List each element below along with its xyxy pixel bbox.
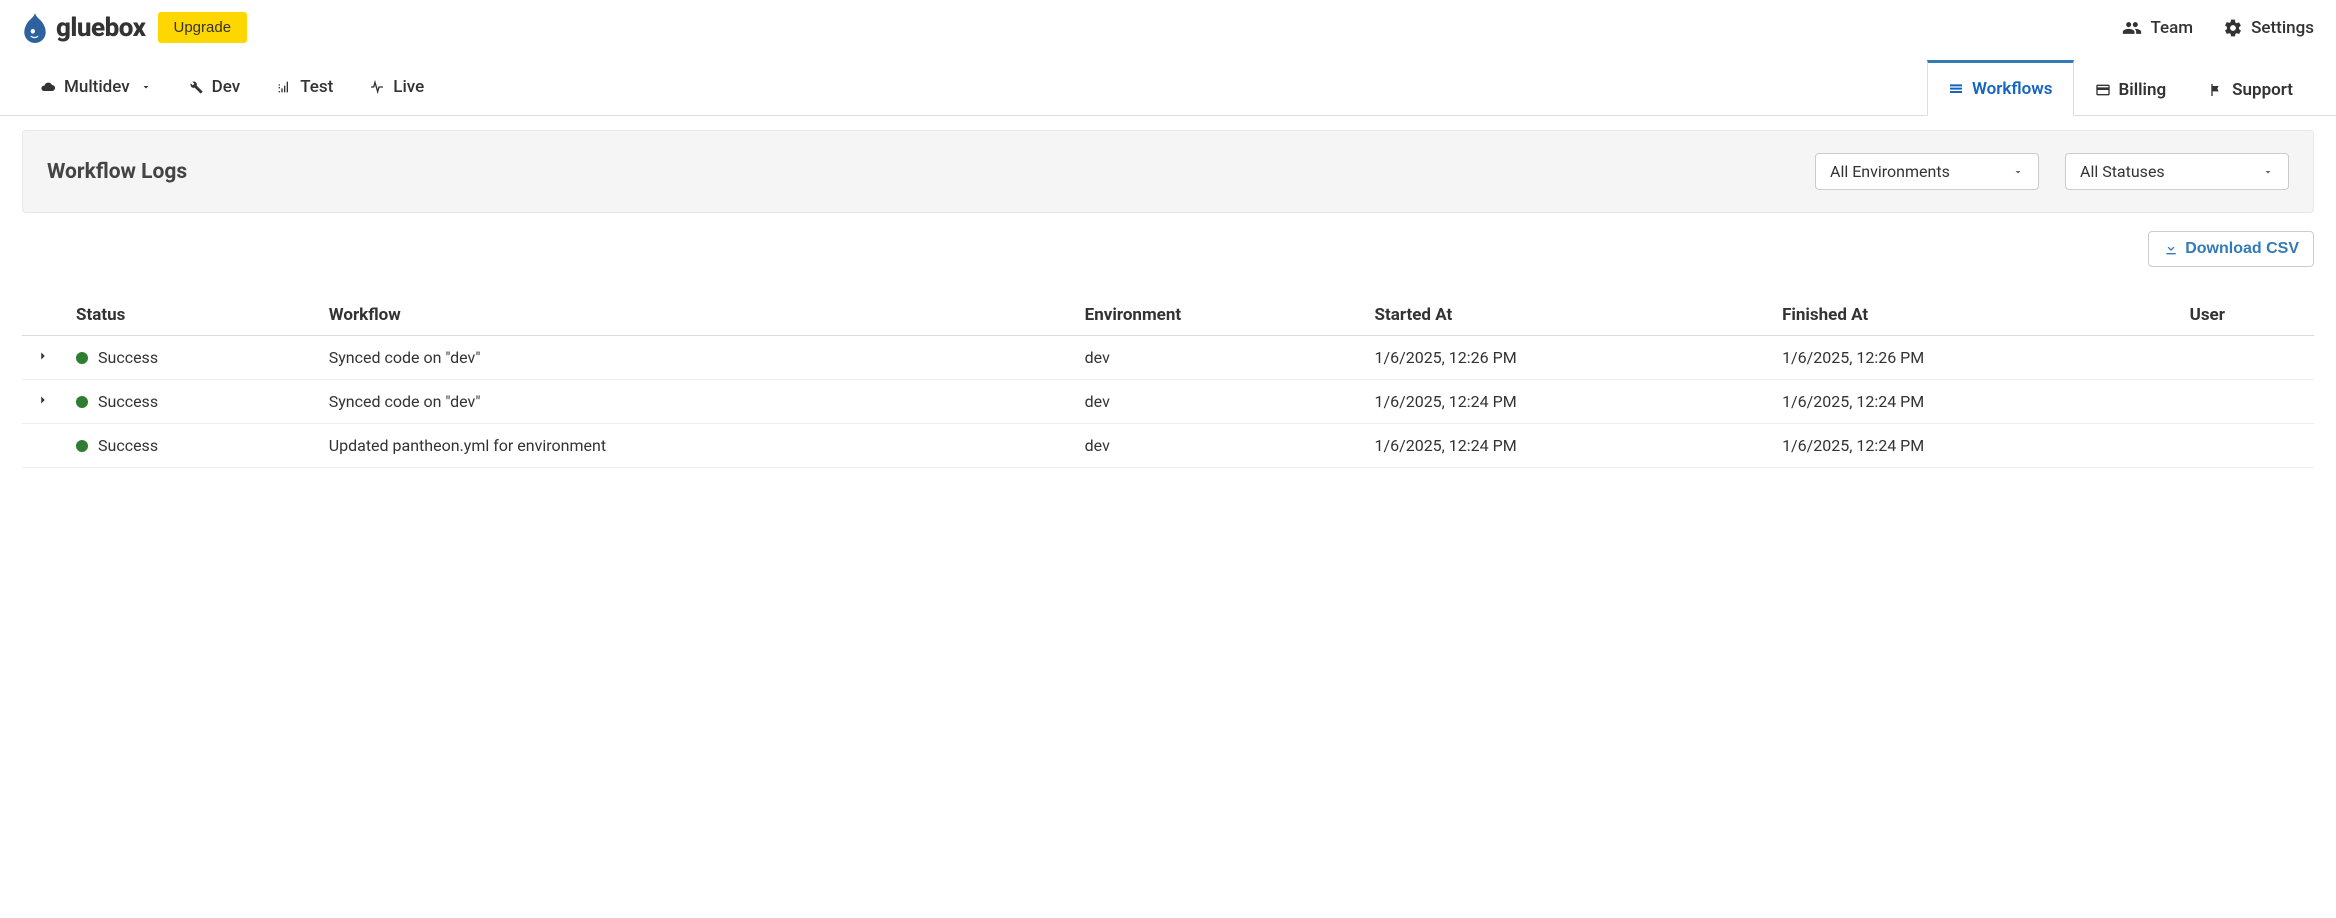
wrench-icon xyxy=(188,79,204,95)
workflow-cell: Synced code on "dev" xyxy=(321,336,1077,380)
workflow-cell: Synced code on "dev" xyxy=(321,380,1077,424)
flag-icon xyxy=(2208,82,2224,98)
workflow-cell: Updated pantheon.yml for environment xyxy=(321,424,1077,468)
env-tabs: Multidev Dev Test Live xyxy=(22,63,442,111)
top-bar-right: Team Settings xyxy=(2122,18,2314,38)
top-bar: gluebox Upgrade Team Settings xyxy=(0,0,2336,51)
expand-cell xyxy=(22,424,68,468)
expand-cell xyxy=(22,336,68,380)
chevron-down-icon xyxy=(140,81,152,93)
top-bar-left: gluebox Upgrade xyxy=(22,12,247,43)
status-dot-icon xyxy=(76,396,88,408)
site-name: gluebox xyxy=(56,13,146,43)
content: Workflow Logs All Environments All Statu… xyxy=(0,116,2336,492)
nav-bar: Multidev Dev Test Live Workflows Billing… xyxy=(0,59,2336,116)
env-tab-test[interactable]: Test xyxy=(258,63,351,111)
main-tabs: Workflows Billing Support xyxy=(1927,59,2314,115)
environment-filter[interactable]: All Environments xyxy=(1815,153,2039,190)
beaker-icon xyxy=(276,79,292,95)
user-cell xyxy=(2182,336,2314,380)
status-filter-value: All Statuses xyxy=(2080,162,2165,181)
chevron-down-icon xyxy=(2262,166,2274,178)
settings-link[interactable]: Settings xyxy=(2223,18,2314,38)
cloud-icon xyxy=(40,79,56,95)
status-dot-icon xyxy=(76,440,88,452)
tab-support[interactable]: Support xyxy=(2187,60,2314,116)
finished-cell: 1/6/2025, 12:24 PM xyxy=(1774,380,2182,424)
expand-toggle[interactable] xyxy=(36,393,50,407)
status-cell: Success xyxy=(68,424,321,468)
env-tab-dev-label: Dev xyxy=(212,77,241,97)
env-tab-multidev[interactable]: Multidev xyxy=(22,63,170,111)
upgrade-button[interactable]: Upgrade xyxy=(158,12,248,43)
col-finished: Finished At xyxy=(1774,295,2182,336)
status-filter[interactable]: All Statuses xyxy=(2065,153,2289,190)
finished-cell: 1/6/2025, 12:26 PM xyxy=(1774,336,2182,380)
col-environment: Environment xyxy=(1077,295,1367,336)
settings-label: Settings xyxy=(2251,18,2314,38)
status-dot-icon xyxy=(76,352,88,364)
pulse-icon xyxy=(369,79,385,95)
table-row: SuccessSynced code on "dev"dev1/6/2025, … xyxy=(22,336,2314,380)
tab-support-label: Support xyxy=(2232,80,2293,100)
user-cell xyxy=(2182,380,2314,424)
workflow-table: Status Workflow Environment Started At F… xyxy=(22,295,2314,468)
environment-cell: dev xyxy=(1077,424,1367,468)
user-cell xyxy=(2182,424,2314,468)
chevron-right-icon xyxy=(36,349,50,363)
download-csv-button[interactable]: Download CSV xyxy=(2148,231,2314,267)
col-started: Started At xyxy=(1367,295,1775,336)
environment-cell: dev xyxy=(1077,336,1367,380)
filter-controls: All Environments All Statuses xyxy=(1815,153,2289,190)
table-header-row: Status Workflow Environment Started At F… xyxy=(22,295,2314,336)
team-link[interactable]: Team xyxy=(2122,18,2193,38)
tab-workflows[interactable]: Workflows xyxy=(1927,60,2074,116)
site-logo[interactable]: gluebox xyxy=(22,13,146,43)
list-icon xyxy=(1948,81,1964,97)
team-label: Team xyxy=(2150,18,2193,38)
col-status: Status xyxy=(68,295,321,336)
card-icon xyxy=(2095,82,2111,98)
expand-cell xyxy=(22,380,68,424)
env-tab-test-label: Test xyxy=(300,77,333,97)
team-icon xyxy=(2122,18,2142,38)
download-icon xyxy=(2163,241,2179,257)
status-cell: Success xyxy=(68,380,321,424)
col-expand xyxy=(22,295,68,336)
environment-cell: dev xyxy=(1077,380,1367,424)
started-cell: 1/6/2025, 12:24 PM xyxy=(1367,380,1775,424)
actions-bar: Download CSV xyxy=(22,231,2314,267)
env-tab-live[interactable]: Live xyxy=(351,63,442,111)
status-text: Success xyxy=(98,436,158,455)
tab-billing-label: Billing xyxy=(2119,80,2167,100)
status-cell: Success xyxy=(68,336,321,380)
chevron-down-icon xyxy=(2012,166,2024,178)
tab-workflows-label: Workflows xyxy=(1972,79,2053,99)
chevron-right-icon xyxy=(36,393,50,407)
table-row: SuccessSynced code on "dev"dev1/6/2025, … xyxy=(22,380,2314,424)
download-csv-label: Download CSV xyxy=(2185,240,2299,258)
started-cell: 1/6/2025, 12:24 PM xyxy=(1367,424,1775,468)
finished-cell: 1/6/2025, 12:24 PM xyxy=(1774,424,2182,468)
started-cell: 1/6/2025, 12:26 PM xyxy=(1367,336,1775,380)
drupal-icon xyxy=(22,13,48,43)
status-text: Success xyxy=(98,392,158,411)
table-row: Success Updated pantheon.yml for environm… xyxy=(22,424,2314,468)
tab-billing[interactable]: Billing xyxy=(2074,60,2188,116)
status-text: Success xyxy=(98,348,158,367)
gear-icon xyxy=(2223,18,2243,38)
filter-panel: Workflow Logs All Environments All Statu… xyxy=(22,130,2314,213)
expand-toggle[interactable] xyxy=(36,349,50,363)
col-user: User xyxy=(2182,295,2314,336)
environment-filter-value: All Environments xyxy=(1830,162,1950,181)
env-tab-live-label: Live xyxy=(393,77,424,97)
env-tab-dev[interactable]: Dev xyxy=(170,63,259,111)
page-title: Workflow Logs xyxy=(47,160,187,184)
env-tab-multidev-label: Multidev xyxy=(64,77,130,97)
col-workflow: Workflow xyxy=(321,295,1077,336)
